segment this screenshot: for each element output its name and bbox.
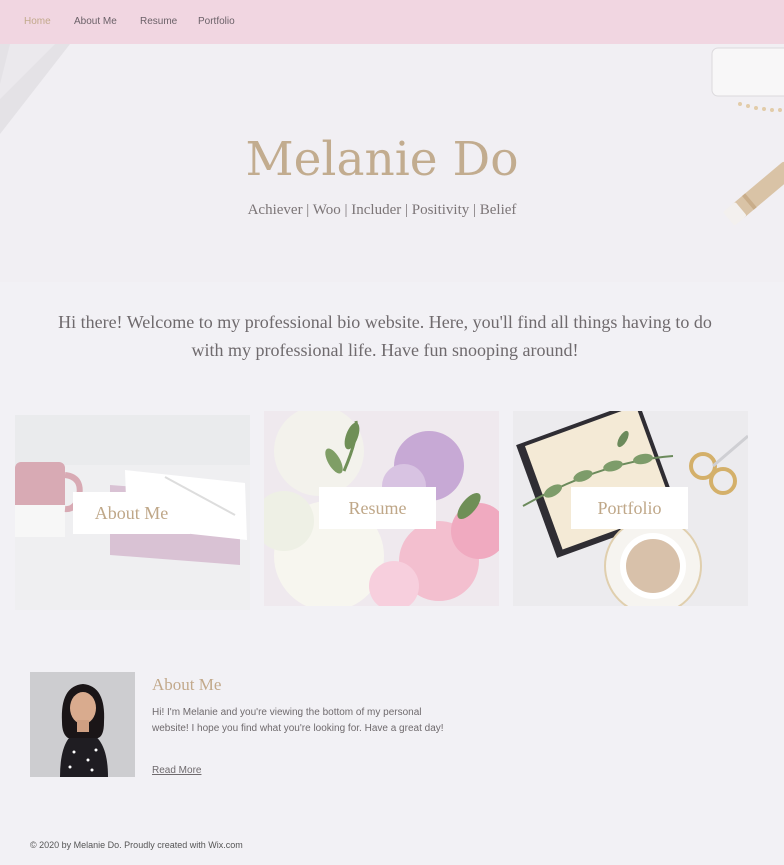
- about-body: Hi! I'm Melanie and you're viewing the b…: [152, 707, 444, 734]
- resume-card[interactable]: Resume: [264, 411, 499, 606]
- hero-subtitle: Achiever | Woo | Includer | Positivity |…: [247, 202, 517, 218]
- hero-title: Melanie Do: [245, 132, 519, 187]
- nav-home[interactable]: Home: [24, 16, 51, 27]
- read-more-link[interactable]: Read More: [152, 765, 201, 776]
- top-nav: Home About Me Resume Portfolio: [0, 0, 784, 44]
- about-me-card[interactable]: About Me: [15, 415, 250, 610]
- portfolio-card[interactable]: Portfolio: [513, 411, 748, 606]
- footer-text: © 2020 by Melanie Do. Proudly created wi…: [30, 840, 243, 850]
- nav-resume[interactable]: Resume: [140, 16, 177, 27]
- profile-photo: [30, 672, 135, 777]
- about-section: About Me Hi! I'm Melanie and you're view…: [30, 672, 460, 782]
- nav-about-me[interactable]: About Me: [74, 16, 117, 27]
- intro-text: Hi there! Welcome to my professional bio…: [58, 312, 712, 360]
- portfolio-card-label: Portfolio: [571, 487, 688, 529]
- nav-portfolio[interactable]: Portfolio: [198, 16, 235, 27]
- profile-photo-image: [30, 672, 135, 777]
- about-me-card-label: About Me: [73, 492, 190, 534]
- about-title: About Me: [152, 675, 222, 694]
- resume-card-label: Resume: [319, 487, 436, 529]
- hero-banner: Melanie Do Achiever | Woo | Includer | P…: [0, 44, 784, 282]
